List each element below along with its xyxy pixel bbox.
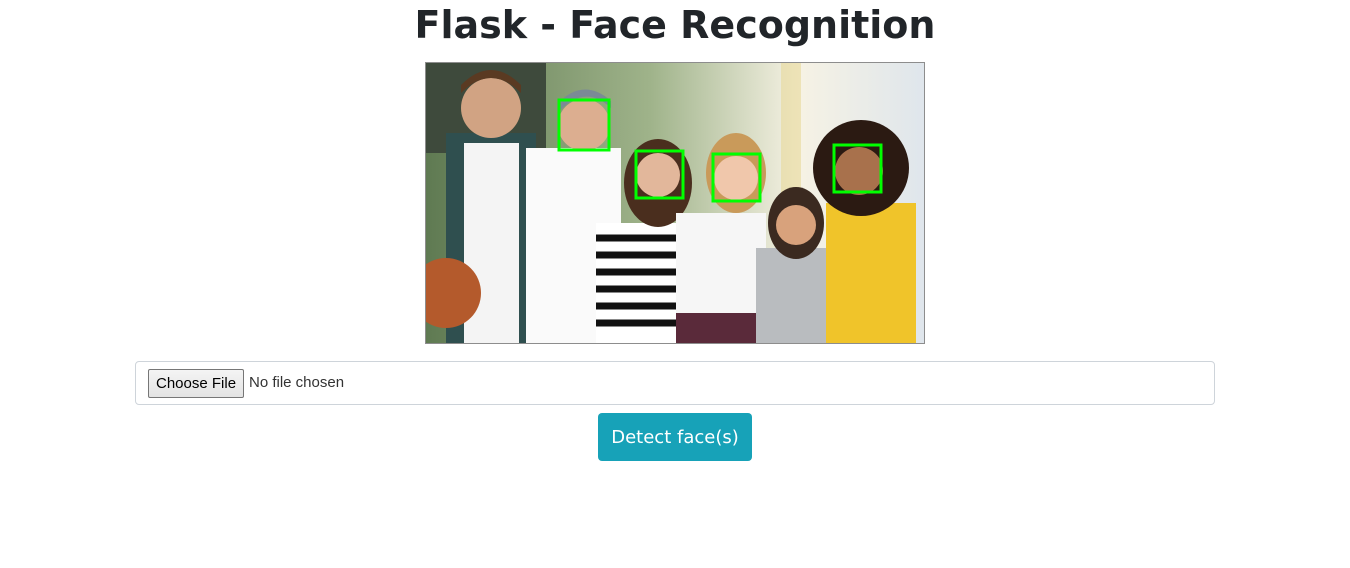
person-6: [813, 120, 916, 343]
result-image: [425, 62, 925, 344]
file-status-text: No file chosen: [249, 374, 345, 391]
choose-file-button[interactable]: Choose File: [148, 369, 245, 398]
file-upload-field[interactable]: Choose File No file chosen: [135, 361, 1215, 405]
page-title: Flask - Face Recognition: [414, 3, 936, 47]
detect-faces-button[interactable]: Detect face(s): [598, 413, 752, 461]
